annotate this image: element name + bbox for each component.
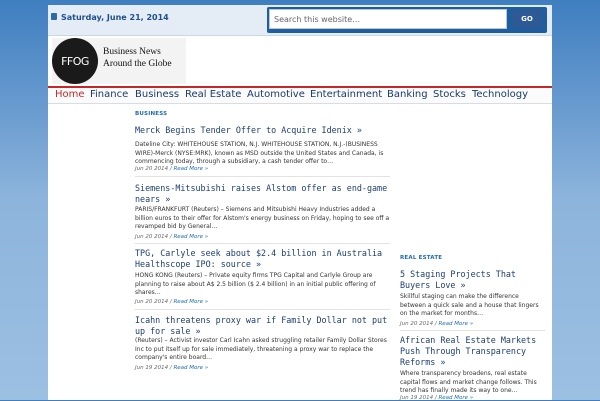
read-more-link[interactable]: Read More » — [438, 395, 473, 401]
post-excerpt: HONG KONG (Reuters) – Private equity fir… — [135, 272, 376, 296]
post-meta: Jun 20 2014 / Read More » — [400, 321, 474, 327]
nav-item-technology[interactable]: Technology — [472, 89, 528, 100]
read-more-link[interactable]: Read More » — [173, 166, 208, 172]
nav-item-finance[interactable]: Finance — [90, 89, 128, 100]
post-excerpt: Where transparency broadens, real estate… — [400, 370, 537, 394]
post-excerpt: Skillful staging can make the difference… — [400, 293, 539, 317]
post-date: Jun 20 2014 — [135, 166, 169, 172]
post-divider — [135, 176, 390, 177]
section-label-business: BUSINESS — [135, 111, 168, 117]
nav-item-automotive[interactable]: Automotive — [247, 89, 305, 100]
read-more-link[interactable]: Read More » — [438, 321, 473, 327]
post-title[interactable]: Merck Begins Tender Offer to Acquire Ide… — [135, 125, 385, 136]
post-meta: Jun 20 2014 / Read More » — [135, 166, 209, 172]
post-meta: Jun 20 2014 / Read More » — [135, 299, 209, 305]
post-date: Jun 19 2014 — [400, 395, 434, 401]
post-divider — [400, 330, 545, 331]
post-excerpt: Dateline City: WHITEHOUSE STATION, N.J. … — [135, 141, 384, 165]
post-title[interactable]: TPG, Carlyle seek about $2.4 billion in … — [135, 248, 393, 270]
search-input[interactable] — [269, 9, 507, 29]
nav-item-banking[interactable]: Banking — [387, 89, 428, 100]
post-title[interactable]: Icahn threatens proxy war if Family Doll… — [135, 315, 393, 337]
post-divider — [135, 243, 390, 244]
calendar-icon — [51, 13, 57, 20]
nav-item-real-estate[interactable]: Real Estate — [185, 89, 241, 100]
post-meta: Jun 19 2014 / Read More » — [400, 395, 474, 401]
search-go-button[interactable]: GO — [512, 10, 542, 28]
section-label-real-estate: REAL ESTATE — [400, 255, 443, 261]
logo-line-1: Business News — [103, 47, 161, 57]
read-more-link[interactable]: Read More » — [173, 234, 208, 240]
nav-item-stocks[interactable]: Stocks — [433, 89, 466, 100]
post-excerpt: PARIS/FRANKFURT (Reuters) – Siemens and … — [135, 206, 390, 230]
nav-item-home[interactable]: Home — [55, 89, 85, 100]
post-title[interactable]: Siemens-Mitsubishi raises Alstom offer a… — [135, 183, 393, 205]
post-date: Jun 19 2014 — [135, 365, 169, 371]
logo-mark[interactable]: FFOG — [52, 38, 98, 84]
post-excerpt: (Reuters) – Activist investor Carl Icahn… — [135, 337, 387, 361]
nav-item-entertainment[interactable]: Entertainment — [310, 89, 382, 100]
post-meta: Jun 19 2014 / Read More » — [135, 365, 209, 371]
nav-item-business[interactable]: Business — [135, 89, 179, 100]
read-more-link[interactable]: Read More » — [173, 299, 208, 305]
current-date: Saturday, June 21, 2014 — [61, 13, 169, 22]
post-title[interactable]: African Real Estate Markets Push Through… — [400, 335, 545, 368]
read-more-link[interactable]: Read More » — [173, 365, 208, 371]
post-date: Jun 20 2014 — [400, 321, 434, 327]
post-date: Jun 20 2014 — [135, 234, 169, 240]
post-title[interactable]: 5 Staging Projects That Buyers Love » — [400, 269, 528, 291]
post-date: Jun 20 2014 — [135, 299, 169, 305]
post-meta: Jun 20 2014 / Read More » — [135, 234, 209, 240]
post-divider — [135, 309, 390, 310]
logo-line-2: Around the Globe — [103, 59, 172, 69]
logo-tagline[interactable]: Business News Around the Globe — [103, 46, 187, 70]
